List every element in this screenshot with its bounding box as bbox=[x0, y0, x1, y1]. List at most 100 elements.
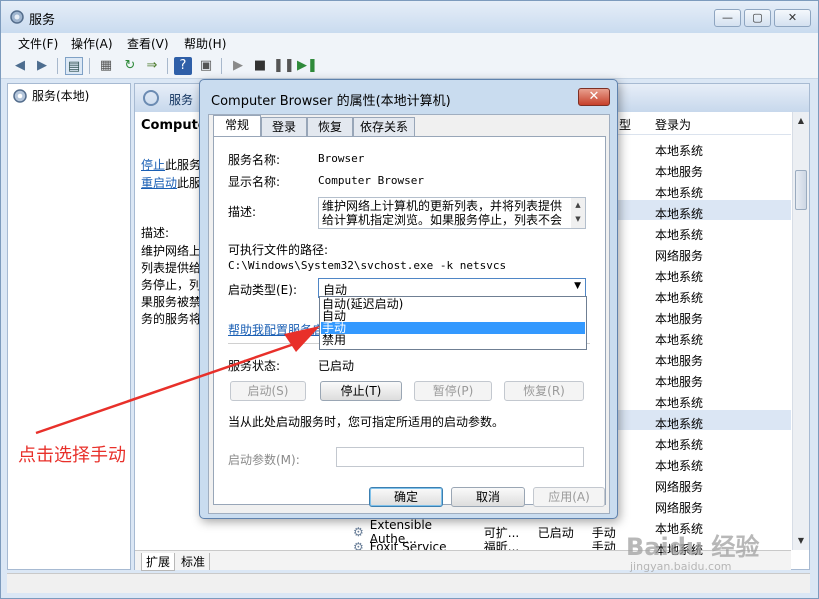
search-icon bbox=[143, 90, 159, 106]
watermark-url: jingyan.baidu.com bbox=[630, 560, 732, 573]
tab-extended[interactable]: 扩展 bbox=[141, 553, 176, 571]
toolbar-separator bbox=[89, 58, 90, 74]
start-params-input[interactable] bbox=[336, 447, 584, 467]
description-line: 维护网络上 bbox=[141, 244, 202, 258]
tab-general[interactable]: 常规 bbox=[213, 115, 261, 137]
option-manual[interactable]: 手动 bbox=[321, 322, 585, 334]
start-params-label: 启动参数(M): bbox=[228, 453, 300, 467]
logon-cell: 本地服务 bbox=[655, 165, 704, 179]
pause-icon[interactable]: ❚❚ bbox=[273, 57, 295, 75]
restart-service-text: 此服 bbox=[177, 176, 202, 190]
option-auto[interactable]: 自动 bbox=[321, 310, 585, 322]
view-icon[interactable]: ▣ bbox=[197, 57, 215, 75]
stop-service-button[interactable]: 停止(T) bbox=[320, 381, 402, 401]
description-text: 维护网络上计算机的更新列表，并将列表提供给计算机指定浏览。如果服务停止，列表不会 bbox=[322, 199, 563, 227]
service-name-label: 服务名称: bbox=[228, 153, 281, 167]
export-icon[interactable]: ⇒ bbox=[143, 57, 161, 75]
resume-service-button[interactable]: 恢复(R) bbox=[504, 381, 584, 401]
window-title: 服务 bbox=[29, 13, 56, 28]
scroll-up-icon[interactable]: ▲ bbox=[795, 116, 807, 125]
description-line: 果服务被禁 bbox=[141, 295, 202, 309]
logon-cell: 网络服务 bbox=[655, 501, 704, 515]
description-scrollbar[interactable]: ▲ ▼ bbox=[571, 198, 585, 228]
startup-type-label: 启动类型(E): bbox=[228, 283, 297, 297]
logon-cell: 本地系统 bbox=[655, 396, 704, 410]
startup-type-value: 自动 bbox=[323, 283, 348, 297]
menu-file[interactable]: 文件(F) bbox=[18, 35, 58, 52]
apply-button[interactable]: 应用(A) bbox=[533, 487, 605, 507]
cancel-button[interactable]: 取消 bbox=[451, 487, 525, 507]
toolbar: ◀ ▶ ▤ ▦ ↻ ⇒ ? ▣ ▶ ■ ❚❚ ▶❚ bbox=[1, 53, 818, 79]
menu-help[interactable]: 帮助(H) bbox=[184, 35, 226, 52]
logon-cell: 本地系统 bbox=[655, 144, 704, 158]
tab-standard[interactable]: 标准 bbox=[177, 553, 211, 570]
services-gear-icon bbox=[13, 88, 27, 103]
description-line: 务的服务将 bbox=[141, 312, 202, 326]
option-auto-delayed[interactable]: 自动(延迟启动) bbox=[321, 298, 585, 310]
logon-cell: 本地系统 bbox=[655, 459, 704, 473]
column-header-logon[interactable]: 登录为 bbox=[655, 116, 691, 133]
service-gear-icon: ⚙ bbox=[353, 525, 364, 539]
title-bar: 服务 — ▢ ✕ bbox=[1, 1, 818, 33]
start-params-hint: 当从此处启动服务时，您可指定所适用的启动参数。 bbox=[228, 415, 505, 429]
service-status-label: 服务状态: bbox=[228, 359, 281, 373]
back-icon[interactable]: ◀ bbox=[11, 57, 29, 75]
tab-logon[interactable]: 登录 bbox=[261, 117, 307, 137]
chevron-down-icon: ▼ bbox=[574, 281, 581, 291]
start-icon[interactable]: ▶ bbox=[229, 57, 247, 75]
description-line: 列表提供给 bbox=[141, 261, 202, 275]
dialog-title: Computer Browser 的属性(本地计算机) bbox=[211, 94, 451, 109]
start-service-button[interactable]: 启动(S) bbox=[230, 381, 306, 401]
pause-service-button[interactable]: 暂停(P) bbox=[414, 381, 492, 401]
option-disabled[interactable]: 禁用 bbox=[321, 334, 585, 346]
properties-icon[interactable]: ▦ bbox=[97, 57, 115, 75]
vertical-scrollbar[interactable]: ▲ ▼ bbox=[792, 112, 809, 550]
logon-cell: 本地系统 bbox=[655, 207, 704, 221]
display-name-label: 显示名称: bbox=[228, 175, 281, 189]
tree-item-label: 服务(本地) bbox=[32, 89, 90, 103]
column-header-divider bbox=[605, 134, 791, 135]
stop-icon[interactable]: ■ bbox=[251, 57, 269, 75]
menu-action[interactable]: 操作(A) bbox=[71, 35, 113, 52]
stop-service-text: 此服务 bbox=[165, 158, 202, 172]
description-line: 务停止，列 bbox=[141, 278, 202, 292]
toolbar-separator bbox=[167, 58, 168, 74]
watermark-logo: Baidu 经验 bbox=[626, 533, 760, 561]
toolbar-separator bbox=[57, 58, 58, 74]
logon-cell: 本地服务 bbox=[655, 312, 704, 326]
restart-icon[interactable]: ▶❚ bbox=[297, 57, 318, 75]
restart-service-row: 重启动此服 bbox=[141, 174, 201, 191]
logon-cell: 网络服务 bbox=[655, 249, 704, 263]
refresh-icon[interactable]: ↻ bbox=[121, 57, 139, 75]
logon-cell: 本地系统 bbox=[655, 417, 704, 431]
scroll-thumb[interactable] bbox=[795, 170, 807, 210]
startup-type-dropdown-list: 自动(延迟启动) 自动 手动 禁用 bbox=[319, 296, 587, 350]
description-label: 描述: bbox=[228, 205, 257, 219]
column-header-type[interactable]: 型 bbox=[619, 116, 631, 133]
help-icon[interactable]: ? bbox=[174, 57, 192, 75]
stop-service-link[interactable]: 停止 bbox=[141, 158, 165, 172]
logon-cell: 本地系统 bbox=[655, 291, 704, 305]
help-configure-link[interactable]: 帮助我配置服务启 bbox=[228, 321, 324, 338]
minimize-button[interactable]: — bbox=[714, 9, 741, 27]
service-name-value: Browser bbox=[318, 152, 365, 165]
menu-view[interactable]: 查看(V) bbox=[127, 35, 169, 52]
stop-service-row: 停止此服务 bbox=[141, 156, 201, 173]
tab-dependencies[interactable]: 依存关系 bbox=[353, 117, 415, 137]
maximize-button[interactable]: ▢ bbox=[744, 9, 771, 27]
logon-cell: 本地系统 bbox=[655, 228, 704, 242]
status-bar bbox=[7, 573, 810, 593]
dialog-close-button[interactable]: ✕ bbox=[578, 88, 610, 106]
forward-icon[interactable]: ▶ bbox=[33, 57, 51, 75]
startup-type-select[interactable]: 自动 ▼ bbox=[318, 278, 586, 298]
console-tree: 服务(本地) bbox=[7, 83, 131, 570]
restart-service-link[interactable]: 重启动 bbox=[141, 176, 177, 190]
tree-item-services-local[interactable]: 服务(本地) bbox=[12, 87, 89, 104]
scroll-down-icon[interactable]: ▼ bbox=[795, 536, 807, 545]
console-tree-icon[interactable]: ▤ bbox=[65, 57, 83, 75]
tab-recovery[interactable]: 恢复 bbox=[307, 117, 353, 137]
close-button[interactable]: ✕ bbox=[774, 9, 811, 27]
description-box[interactable]: 维护网络上计算机的更新列表，并将列表提供给计算机指定浏览。如果服务停止，列表不会… bbox=[318, 197, 586, 229]
ok-button[interactable]: 确定 bbox=[369, 487, 443, 507]
toolbar-separator bbox=[221, 58, 222, 74]
